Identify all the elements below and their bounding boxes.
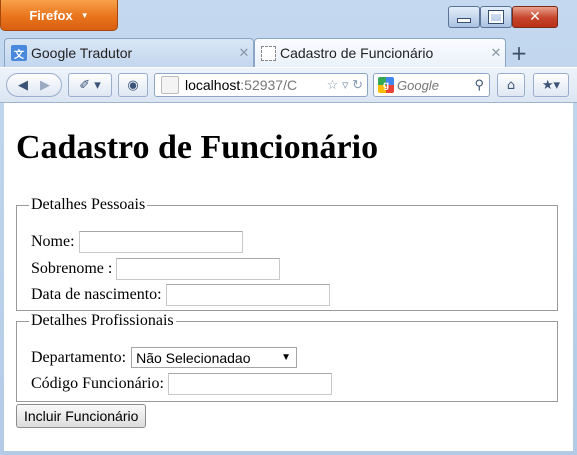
surname-row: Sobrenome :	[31, 258, 281, 280]
surname-input[interactable]	[116, 258, 281, 280]
firefox-menu-button[interactable]: Firefox ▼	[0, 0, 118, 31]
home-button[interactable]: ⌂	[497, 73, 525, 97]
back-forward-buttons[interactable]: ◀ ▶	[6, 73, 62, 97]
department-select[interactable]: Não Selecionadao ▼	[131, 347, 298, 368]
url-path: :52937/C	[240, 77, 298, 93]
employee-code-row: Código Funcionário:	[31, 373, 332, 395]
dropdown-icon[interactable]: ▿	[342, 77, 349, 92]
downloads-button[interactable]: ◉	[118, 73, 148, 97]
chevron-down-icon: ▼	[80, 10, 89, 20]
bookmark-toolbar-button[interactable]: ✐ ▾	[68, 73, 112, 97]
chevron-down-icon: ▼	[281, 352, 292, 363]
search-bar[interactable]: g Google ⚲	[373, 73, 490, 97]
star-icon[interactable]: ☆	[327, 77, 339, 92]
birth-row: Data de nascimento:	[31, 284, 330, 306]
professional-details-fieldset: Detalhes Profissionais Departamento: Não…	[16, 312, 558, 402]
bookmarks-icon: ★▾	[541, 77, 561, 93]
department-selected-value: Não Selecionadao	[136, 349, 251, 366]
site-identity-icon[interactable]	[161, 76, 179, 94]
url-host: localhost	[185, 77, 241, 93]
employee-code-input[interactable]	[167, 373, 332, 395]
page-content: Cadastro de Funcionário Detalhes Pessoai…	[4, 103, 573, 451]
department-label: Departamento:	[31, 348, 127, 366]
bookmarks-menu-button[interactable]: ★▾	[533, 73, 569, 97]
tab-cadastro[interactable]: Cadastro de Funcionário ✕	[254, 38, 506, 67]
bookmark-manager-icon: ✐ ▾	[79, 77, 101, 93]
department-row: Departamento: Não Selecionadao ▼	[31, 347, 298, 368]
google-search-engine-icon[interactable]: g	[378, 77, 394, 93]
navigation-toolbar: ◀ ▶ ✐ ▾ ◉ localhost :52937/C ☆ ▿ ↻ g Goo…	[0, 67, 577, 103]
search-placeholder: Google	[397, 77, 439, 93]
url-bar[interactable]: localhost :52937/C ☆ ▿ ↻	[154, 73, 368, 97]
add-employee-button[interactable]: Incluir Funcionário	[16, 404, 147, 428]
birth-date-input[interactable]	[165, 284, 330, 306]
reload-icon[interactable]: ↻	[352, 77, 363, 92]
page-title: Cadastro de Funcionário	[16, 129, 379, 166]
search-icon[interactable]: ⚲	[474, 77, 484, 93]
professional-details-legend: Detalhes Profissionais	[31, 312, 174, 329]
minimize-icon	[457, 17, 471, 23]
name-label: Nome:	[31, 233, 75, 250]
close-window-button[interactable]: ✕	[512, 6, 558, 28]
name-row: Nome:	[31, 231, 243, 253]
maximize-icon	[488, 10, 504, 24]
maximize-button[interactable]	[480, 6, 512, 28]
tab-label: Google Tradutor	[31, 45, 133, 61]
name-input[interactable]	[78, 231, 243, 253]
employee-code-label: Código Funcionário:	[31, 375, 164, 392]
personal-details-legend: Detalhes Pessoais	[31, 196, 146, 213]
forward-arrow-icon[interactable]: ▶	[40, 78, 50, 93]
close-tab-icon[interactable]: ✕	[235, 45, 253, 61]
tab-google-tradutor[interactable]: 文 Google Tradutor ✕	[4, 38, 254, 67]
surname-label: Sobrenome :	[31, 260, 113, 277]
close-icon: ✕	[529, 9, 541, 25]
google-translate-icon: 文	[11, 45, 27, 61]
minimize-button[interactable]	[448, 6, 480, 28]
url-actions: ☆ ▿ ↻	[327, 77, 367, 93]
back-arrow-icon[interactable]: ◀	[18, 78, 28, 93]
new-tab-button[interactable]: +	[508, 41, 530, 65]
personal-details-fieldset: Detalhes Pessoais Nome: Sobrenome : Data…	[16, 196, 558, 311]
browser-window: Firefox ▼ ✕ 文 Google Tradutor ✕ Cadastro…	[0, 0, 577, 455]
close-tab-icon[interactable]: ✕	[487, 45, 505, 61]
downloads-icon: ◉	[127, 77, 139, 93]
blank-page-icon	[261, 45, 276, 61]
firefox-menu-label: Firefox	[29, 7, 73, 23]
tab-label: Cadastro de Funcionário	[280, 45, 434, 61]
tab-bar: 文 Google Tradutor ✕ Cadastro de Funcioná…	[0, 36, 577, 67]
birth-date-label: Data de nascimento:	[31, 286, 162, 303]
home-icon: ⌂	[506, 77, 516, 93]
